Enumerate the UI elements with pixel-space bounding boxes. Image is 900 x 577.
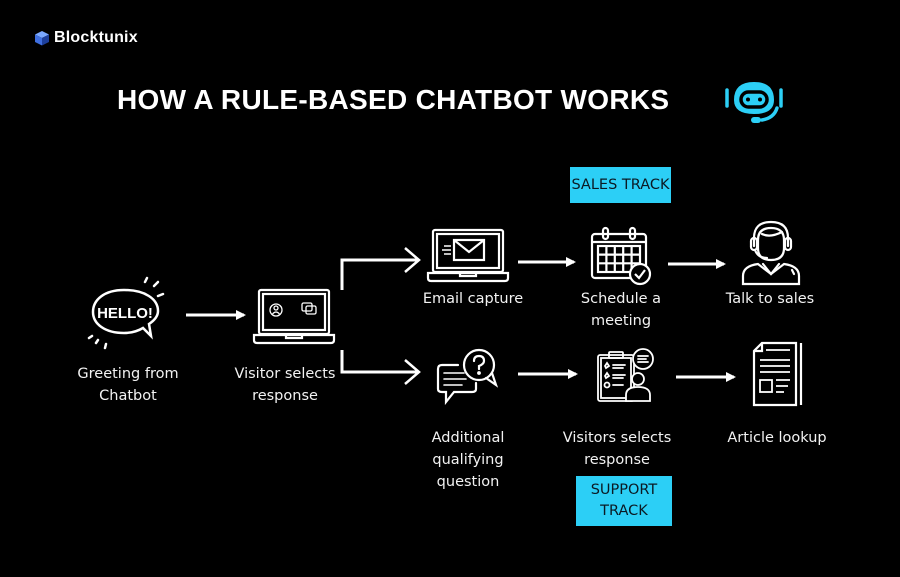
- step-email-capture-label: Email capture: [422, 291, 524, 307]
- support-track-tag: SUPPORT TRACK: [576, 476, 672, 526]
- survey-person-icon: [597, 348, 654, 402]
- branch-up-line: [340, 258, 418, 290]
- sales-agent-headset-icon: [741, 220, 801, 286]
- calendar-check-icon: [590, 226, 652, 286]
- hello-text: HELLO!: [97, 305, 153, 322]
- step-greeting-label: Greeting from Chatbot: [77, 366, 179, 404]
- hello-speech-bubble-icon: HELLO!: [87, 276, 165, 350]
- step-visitor-selects-label: Visitor selects response: [234, 366, 336, 404]
- step-schedule-meeting-label: Schedule a meeting: [580, 291, 662, 329]
- sales-track-tag: SALES TRACK: [570, 167, 671, 203]
- step-qualifying-question-label: Additional qualifying question: [431, 430, 505, 490]
- laptop-options-icon: [252, 288, 336, 345]
- document-article-icon: [752, 341, 803, 407]
- step-article-lookup-label: Article lookup: [727, 430, 827, 446]
- step-talk-to-sales-label: Talk to sales: [725, 291, 815, 307]
- laptop-email-icon: [426, 228, 510, 283]
- question-chat-icon: [436, 348, 499, 406]
- step-visitors-selects-label: Visitors selects response: [562, 430, 672, 468]
